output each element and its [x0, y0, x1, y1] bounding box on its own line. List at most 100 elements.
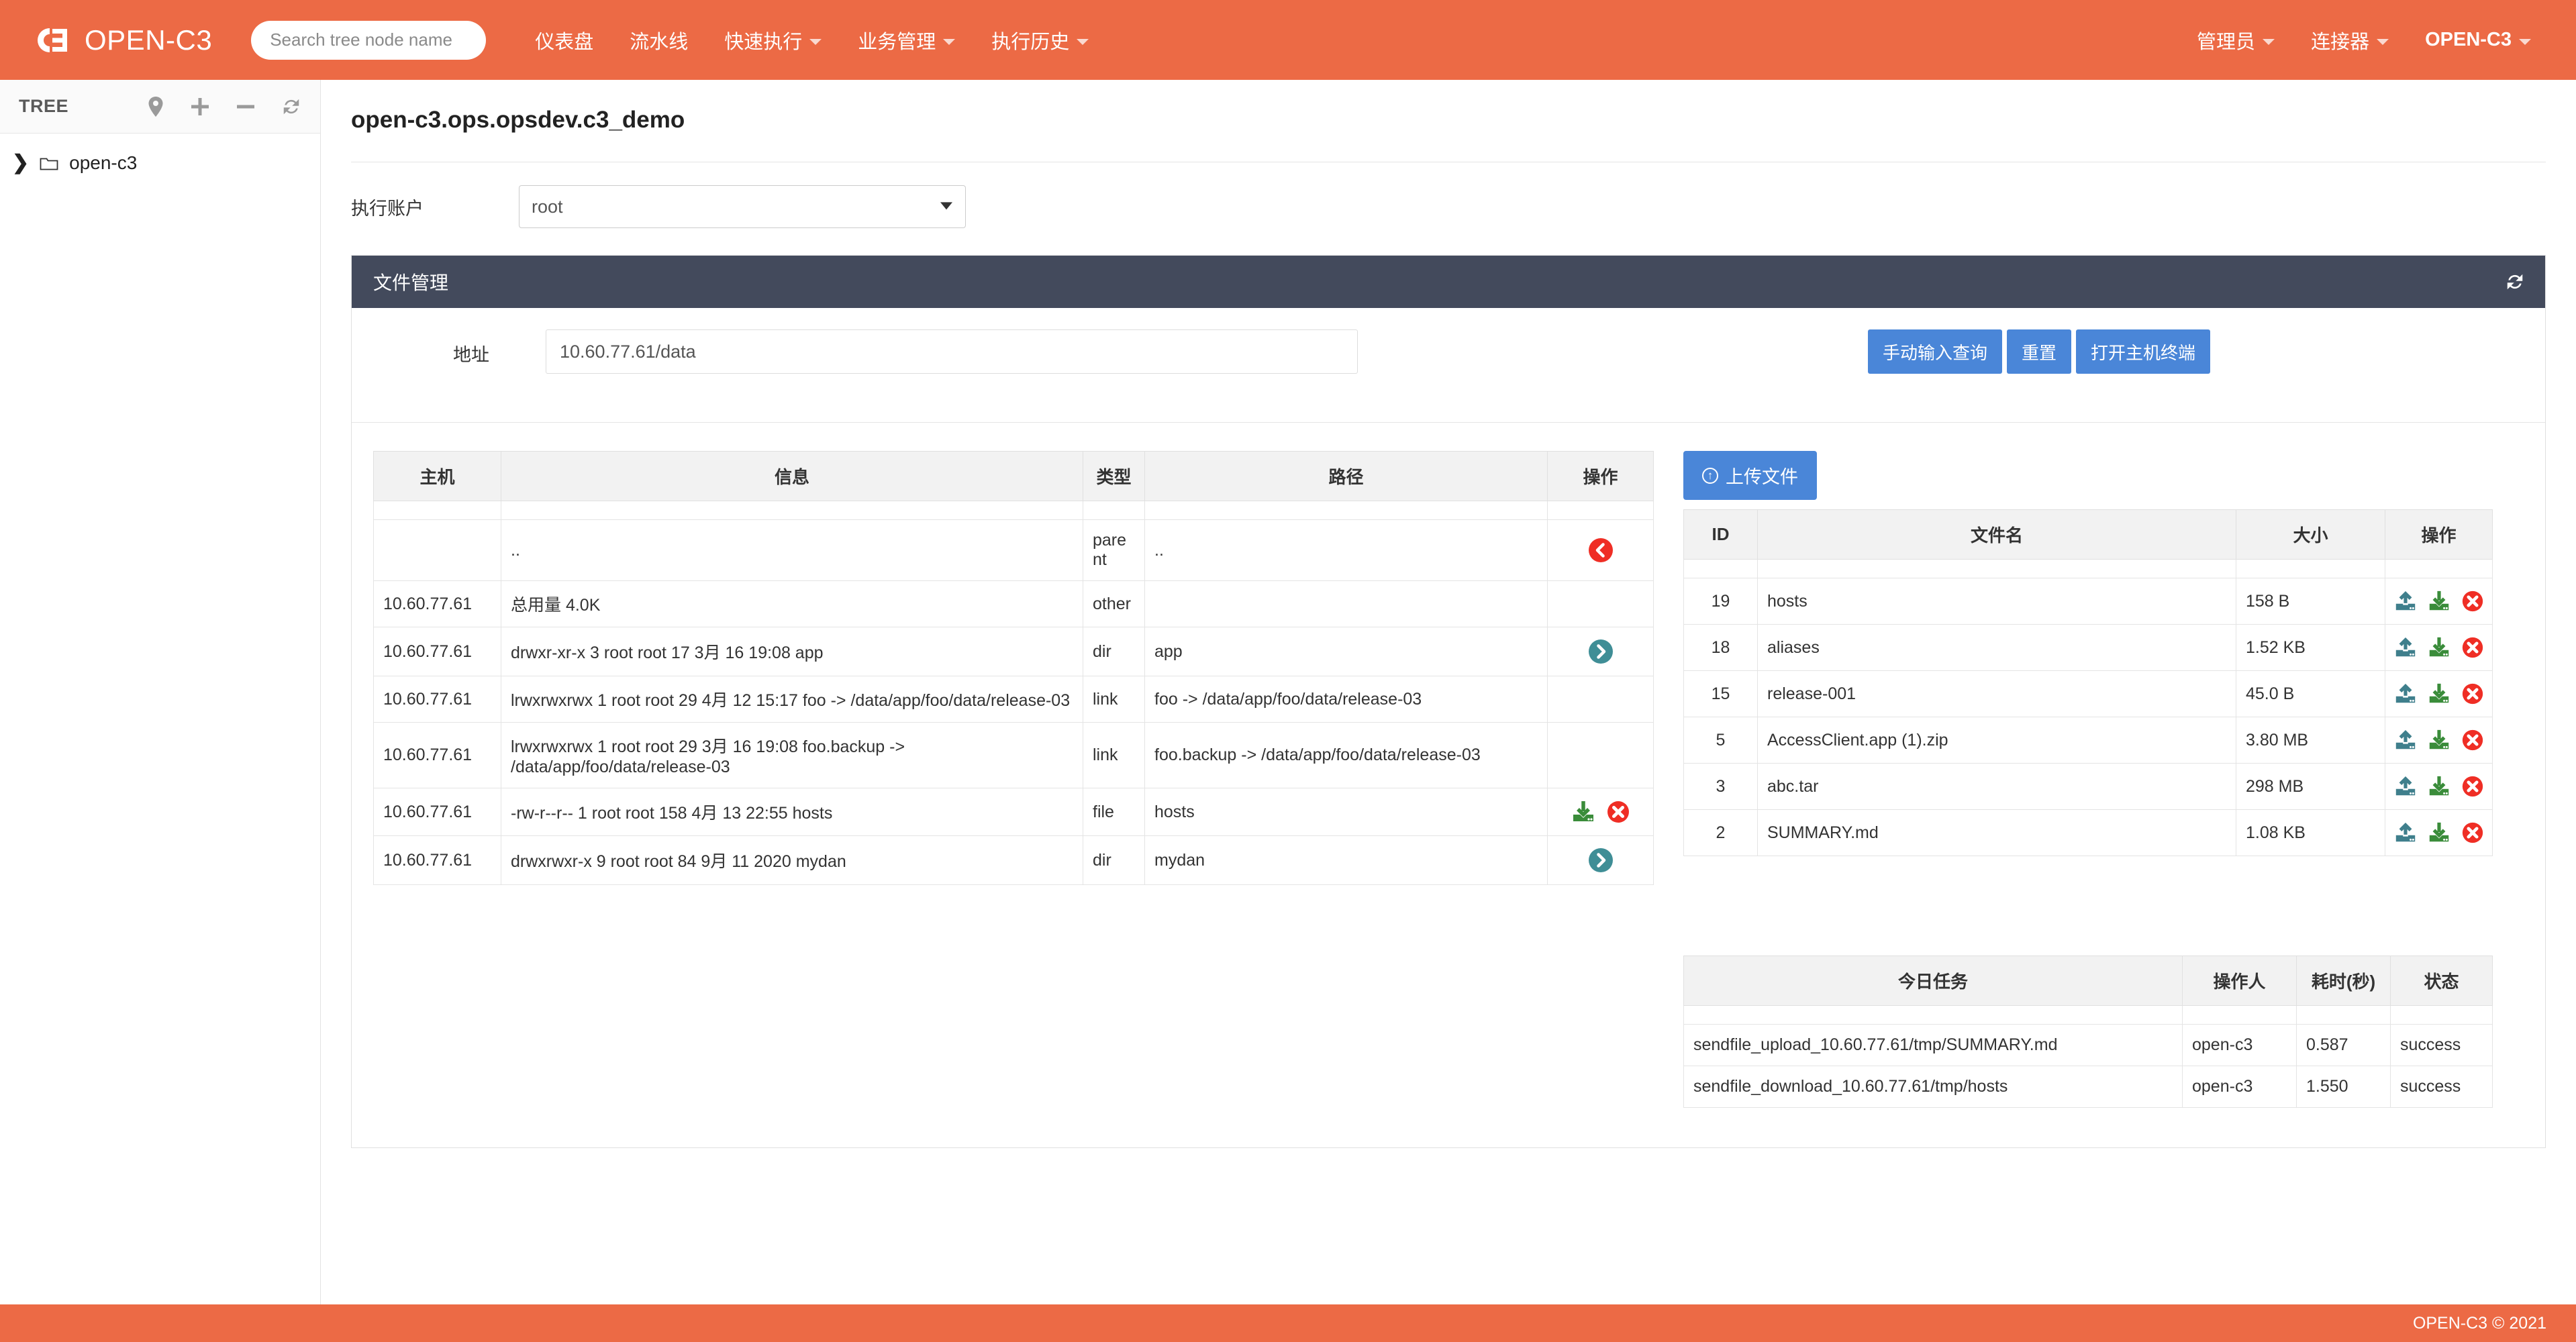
- file-browser-tbody: .. parent ..: [374, 501, 1654, 885]
- delete-icon[interactable]: [2461, 774, 2485, 798]
- column-header-operator: 操作人: [2183, 956, 2297, 1006]
- chevron-down-icon: [809, 39, 822, 45]
- cell-duration: 0.587: [2297, 1025, 2391, 1066]
- search-input[interactable]: [251, 21, 486, 60]
- open-terminal-button[interactable]: 打开主机终端: [2076, 329, 2210, 374]
- delete-icon[interactable]: [2461, 821, 2485, 845]
- delete-icon[interactable]: [2461, 589, 2485, 613]
- refresh-icon[interactable]: [281, 97, 301, 117]
- minus-icon[interactable]: [236, 97, 256, 117]
- location-pin-icon[interactable]: [147, 96, 164, 117]
- delete-icon[interactable]: [2461, 682, 2485, 706]
- nav-item-label: 业务管理: [858, 26, 936, 54]
- table-row[interactable]: 10.60.77.61 总用量 4.0K other: [374, 581, 1654, 627]
- table-row[interactable]: 10.60.77.61 lrwxrwxrwx 1 root root 29 4月…: [374, 676, 1654, 723]
- nav-item-quick-exec[interactable]: 快速执行: [706, 0, 840, 80]
- nav-item-connector[interactable]: 连接器: [2293, 0, 2407, 80]
- cell-filename: AccessClient.app (1).zip: [1758, 717, 2236, 764]
- table-row[interactable]: sendfile_download_10.60.77.61/tmp/hosts …: [1684, 1066, 2493, 1108]
- download-icon[interactable]: [1571, 799, 1596, 825]
- column-header-id: ID: [1684, 510, 1758, 560]
- nav-item-admin[interactable]: 管理员: [2179, 0, 2293, 80]
- page-title: open-c3.ops.opsdev.c3_demo: [321, 80, 2576, 134]
- download-icon[interactable]: [2427, 682, 2451, 706]
- table-row[interactable]: 19 hosts 158 B: [1684, 578, 2493, 625]
- nav-item-business-mgmt[interactable]: 业务管理: [840, 0, 973, 80]
- enter-icon[interactable]: [1587, 847, 1614, 874]
- upload-icon[interactable]: [2393, 728, 2418, 752]
- cell-actions: [2385, 671, 2493, 717]
- download-icon[interactable]: [2427, 774, 2451, 798]
- table-row[interactable]: sendfile_upload_10.60.77.61/tmp/SUMMARY.…: [1684, 1025, 2493, 1066]
- table-row[interactable]: 10.60.77.61 -rw-r--r-- 1 root root 158 4…: [374, 788, 1654, 836]
- table-row[interactable]: 2 SUMMARY.md 1.08 KB: [1684, 810, 2493, 856]
- footer-left-fill: [0, 1304, 321, 1342]
- today-tasks-table: 今日任务 操作人 耗时(秒) 状态: [1683, 956, 2493, 1108]
- upload-icon[interactable]: [2393, 682, 2418, 706]
- chevron-right-icon[interactable]: ❯: [12, 153, 29, 173]
- nav-item-pipeline[interactable]: 流水线: [611, 0, 706, 80]
- refresh-icon[interactable]: [2505, 272, 2525, 292]
- nav-item-label: OPEN-C3: [2425, 29, 2512, 51]
- file-browser-header-row: 主机 信息 类型 路径 操作: [374, 452, 1654, 501]
- cell-path: app: [1145, 627, 1548, 676]
- download-icon[interactable]: [2427, 728, 2451, 752]
- upload-icon[interactable]: [2393, 821, 2418, 845]
- cell-info: 总用量 4.0K: [501, 581, 1083, 627]
- upload-file-button[interactable]: ↑ 上传文件: [1683, 451, 1817, 500]
- column-header-status: 状态: [2391, 956, 2493, 1006]
- table-row[interactable]: 18 aliases 1.52 KB: [1684, 625, 2493, 671]
- tree-toolbar: [147, 96, 301, 117]
- table-row[interactable]: 10.60.77.61 lrwxrwxrwx 1 root root 29 3月…: [374, 723, 1654, 788]
- cell-path: hosts: [1145, 788, 1548, 836]
- chevron-down-icon: [2263, 39, 2275, 45]
- cell-task-name: sendfile_upload_10.60.77.61/tmp/SUMMARY.…: [1684, 1025, 2183, 1066]
- spacer-cell: [1684, 1006, 2183, 1025]
- delete-icon[interactable]: [2461, 635, 2485, 660]
- exec-account-row: 执行账户 root: [321, 162, 2576, 228]
- cell-id: 3: [1684, 764, 1758, 810]
- upload-icon[interactable]: [2393, 774, 2418, 798]
- table-row[interactable]: 10.60.77.61 drwxr-xr-x 3 root root 17 3月…: [374, 627, 1654, 676]
- table-row[interactable]: .. parent ..: [374, 520, 1654, 581]
- address-input[interactable]: [546, 329, 1358, 374]
- cell-host: 10.60.77.61: [374, 723, 501, 788]
- delete-icon[interactable]: [1605, 799, 1631, 825]
- cell-info: -rw-r--r-- 1 root root 158 4月 13 22:55 h…: [501, 788, 1083, 836]
- reset-button[interactable]: 重置: [2007, 329, 2071, 374]
- upload-icon[interactable]: [2393, 635, 2418, 660]
- table-row[interactable]: 15 release-001 45.0 B: [1684, 671, 2493, 717]
- spacer-cell: [1145, 501, 1548, 520]
- table-row[interactable]: 5 AccessClient.app (1).zip 3.80 MB: [1684, 717, 2493, 764]
- nav-item-dashboard[interactable]: 仪表盘: [517, 0, 611, 80]
- cell-info: lrwxrwxrwx 1 root root 29 3月 16 19:08 fo…: [501, 723, 1083, 788]
- table-row[interactable]: 3 abc.tar 298 MB: [1684, 764, 2493, 810]
- upload-icon[interactable]: [2393, 589, 2418, 613]
- plus-icon[interactable]: [190, 97, 210, 117]
- column-header-filename: 文件名: [1758, 510, 2236, 560]
- tasks-tbody: sendfile_upload_10.60.77.61/tmp/SUMMARY.…: [1684, 1006, 2493, 1108]
- nav-item-user-menu[interactable]: OPEN-C3: [2407, 0, 2549, 80]
- cell-actions: [1548, 627, 1654, 676]
- main-content: open-c3.ops.opsdev.c3_demo 执行账户 root 文件管…: [321, 80, 2576, 1342]
- spacer-cell: [2297, 1006, 2391, 1025]
- manual-query-button[interactable]: 手动输入查询: [1868, 329, 2002, 374]
- nav-item-label: 快速执行: [724, 26, 802, 54]
- brand[interactable]: OPEN-C3: [32, 23, 212, 58]
- table-row[interactable]: 10.60.77.61 drwxrwxr-x 9 root root 84 9月…: [374, 836, 1654, 885]
- tree-node-open-c3[interactable]: ❯ open-c3: [0, 144, 320, 182]
- cell-id: 18: [1684, 625, 1758, 671]
- cell-path: foo.backup -> /data/app/foo/data/release…: [1145, 723, 1548, 788]
- cell-size: 298 MB: [2236, 764, 2385, 810]
- file-store-tbody: 19 hosts 158 B: [1684, 560, 2493, 856]
- nav-item-exec-history[interactable]: 执行历史: [973, 0, 1107, 80]
- enter-icon[interactable]: [1587, 638, 1614, 665]
- download-icon[interactable]: [2427, 821, 2451, 845]
- spacer-cell: [374, 501, 501, 520]
- exec-account-select[interactable]: root: [519, 185, 966, 228]
- download-icon[interactable]: [2427, 589, 2451, 613]
- cell-size: 3.80 MB: [2236, 717, 2385, 764]
- delete-icon[interactable]: [2461, 728, 2485, 752]
- back-icon[interactable]: [1587, 537, 1614, 564]
- download-icon[interactable]: [2427, 635, 2451, 660]
